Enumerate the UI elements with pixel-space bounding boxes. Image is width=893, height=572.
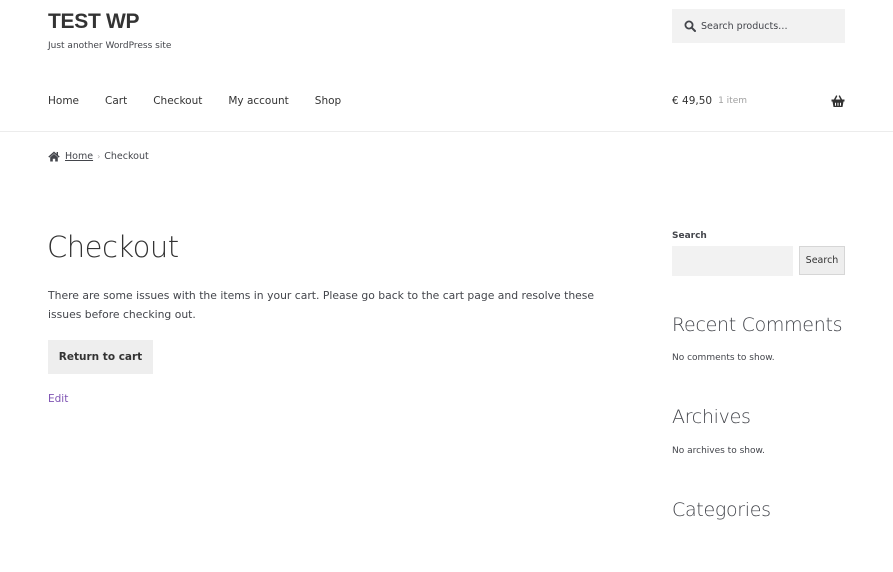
sidebar-search-button[interactable]: Search xyxy=(799,246,845,275)
breadcrumb-separator: › xyxy=(97,152,101,161)
cart-count: 1 item xyxy=(718,96,747,106)
search-icon xyxy=(684,20,696,32)
nav-item-shop[interactable]: Shop xyxy=(315,95,341,107)
basket-icon[interactable] xyxy=(831,95,845,108)
home-icon xyxy=(48,151,60,162)
breadcrumb-home-link[interactable]: Home xyxy=(65,151,93,162)
cart-amount: € 49,50 xyxy=(672,95,713,107)
nav-item-home[interactable]: Home xyxy=(48,95,79,107)
nav-item-cart[interactable]: Cart xyxy=(105,95,127,107)
archives-empty: No archives to show. xyxy=(672,446,765,456)
recent-comments-title: Recent Comments xyxy=(672,314,843,336)
site-title[interactable]: TEST WP xyxy=(48,10,140,34)
edit-link[interactable]: Edit xyxy=(48,393,68,405)
breadcrumb-current: Checkout xyxy=(104,151,149,162)
site-tagline: Just another WordPress site xyxy=(48,41,172,51)
breadcrumb: Home › Checkout xyxy=(48,151,149,162)
page-title: Checkout xyxy=(47,230,179,264)
return-to-cart-button[interactable]: Return to cart xyxy=(48,340,153,374)
nav-item-my-account[interactable]: My account xyxy=(228,95,288,107)
archives-title: Archives xyxy=(672,406,751,428)
sidebar-search-input[interactable] xyxy=(672,246,793,276)
nav-item-checkout[interactable]: Checkout xyxy=(153,95,202,107)
product-search-field[interactable]: Search products… xyxy=(672,9,845,43)
header-cart[interactable]: € 49,50 1 item xyxy=(672,95,845,107)
search-placeholder: Search products… xyxy=(701,20,788,32)
cart-issues-notice: There are some issues with the items in … xyxy=(48,289,595,321)
recent-comments-empty: No comments to show. xyxy=(672,353,775,363)
sidebar-search-label: Search xyxy=(672,231,707,241)
page: TEST WP Just another WordPress site Sear… xyxy=(0,0,893,572)
header-divider xyxy=(0,131,893,132)
primary-navigation: Home Cart Checkout My account Shop xyxy=(48,95,367,107)
categories-title: Categories xyxy=(672,499,771,521)
